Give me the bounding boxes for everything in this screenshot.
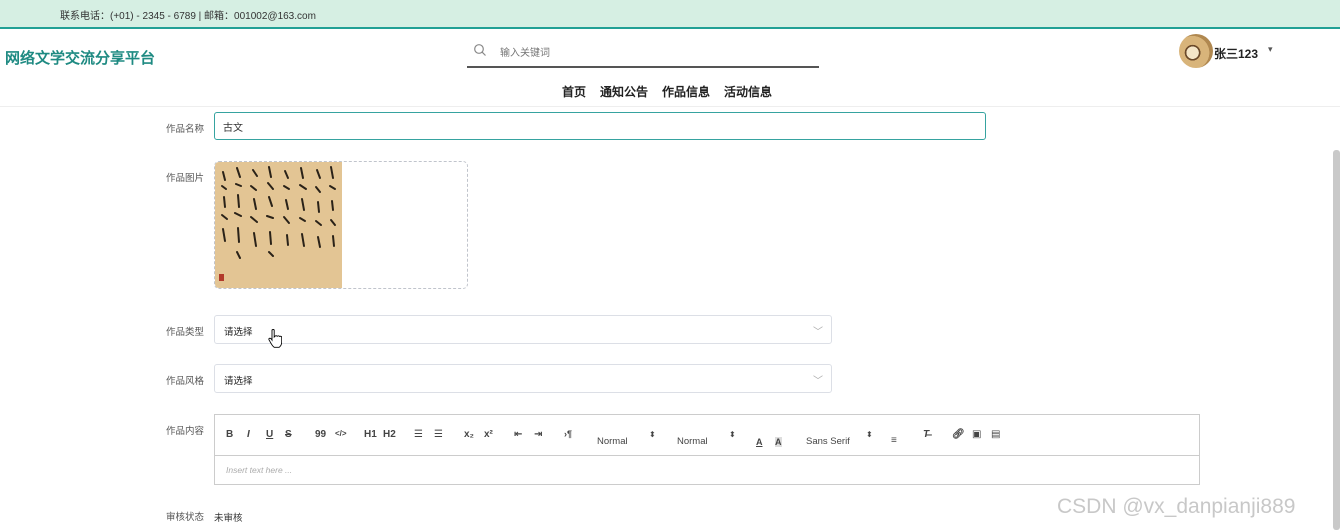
subscript-button[interactable]: x₂: [464, 429, 474, 440]
nav-activities[interactable]: 活动信息: [724, 83, 772, 100]
search-box[interactable]: [467, 41, 819, 68]
rich-text-editor[interactable]: B I U S 99 </> H1 H2 ☰ ☰ x₂ x² ⇤ ⇥ ›¶ No…: [214, 414, 1200, 485]
site-logo[interactable]: 网络文学交流分享平台: [5, 47, 155, 68]
font-color-icon[interactable]: A: [756, 437, 763, 447]
work-type-select[interactable]: 请选择 ﹀: [214, 315, 832, 344]
font-select-arrow-icon[interactable]: ⬍: [866, 430, 873, 439]
bullet-list-icon[interactable]: ☰: [434, 429, 443, 440]
calligraphy-image: [215, 162, 342, 288]
work-image-label: 作品图片: [166, 173, 205, 184]
site-header: 网络文学交流分享平台 张三123 ▾ 首页 通知公告 作品信息 活动信息: [0, 29, 1340, 107]
chevron-down-icon[interactable]: ▾: [1268, 44, 1273, 55]
work-content-label: 作品内容: [166, 426, 205, 437]
link-icon[interactable]: 🔗︎: [952, 429, 965, 440]
audit-status-value: 未审核: [214, 513, 243, 524]
video-icon[interactable]: ▤: [991, 429, 1000, 440]
h2-button[interactable]: H2: [383, 429, 396, 440]
watermark: CSDN @vx_danpianji889: [1057, 495, 1296, 518]
audit-status-label: 审核状态: [166, 512, 205, 523]
work-name-input[interactable]: [214, 112, 986, 140]
superscript-button[interactable]: x²: [484, 429, 493, 440]
editor-toolbar: B I U S 99 </> H1 H2 ☰ ☰ x₂ x² ⇤ ⇥ ›¶ No…: [215, 415, 1199, 456]
indent-icon[interactable]: ⇥: [534, 429, 542, 440]
editor-body[interactable]: Insert text here ...: [226, 465, 292, 475]
h1-button[interactable]: H1: [364, 429, 377, 440]
size-select[interactable]: Normal: [677, 436, 708, 447]
image-icon[interactable]: ▣: [972, 429, 981, 440]
work-type-label: 作品类型: [166, 327, 205, 338]
work-style-label: 作品风格: [166, 376, 205, 387]
code-block-button[interactable]: </>: [335, 429, 347, 438]
chevron-down-icon: ﹀: [813, 376, 823, 387]
nav-works[interactable]: 作品信息: [662, 83, 710, 100]
work-style-select[interactable]: 请选择 ﹀: [214, 364, 832, 393]
top-contact-bar: 联系电话：(+01) - 2345 - 6789 | 邮箱：001002@163…: [0, 0, 1340, 29]
font-select[interactable]: Sans Serif: [806, 436, 850, 447]
outdent-icon[interactable]: ⇤: [514, 429, 522, 440]
search-input[interactable]: [500, 44, 800, 62]
strike-button[interactable]: S: [285, 429, 292, 440]
search-icon[interactable]: [473, 43, 487, 57]
underline-button[interactable]: U: [266, 429, 273, 440]
image-upload[interactable]: [214, 161, 468, 289]
contact-info: 联系电话：(+01) - 2345 - 6789 | 邮箱：001002@163…: [60, 11, 316, 22]
size-select-arrow-icon[interactable]: ⬍: [729, 430, 736, 439]
work-name-label: 作品名称: [166, 124, 205, 135]
clear-format-icon[interactable]: T̶: [923, 429, 929, 440]
header-select-arrow-icon[interactable]: ⬍: [649, 430, 656, 439]
header-select[interactable]: Normal: [597, 436, 628, 447]
user-name[interactable]: 张三123: [1214, 45, 1258, 62]
background-color-icon[interactable]: A: [775, 437, 782, 447]
blockquote-button[interactable]: 99: [315, 429, 326, 440]
align-icon[interactable]: ≡: [891, 435, 897, 446]
italic-button[interactable]: I: [247, 429, 250, 440]
bold-button[interactable]: B: [226, 429, 233, 440]
work-type-value: 请选择: [224, 327, 253, 338]
user-avatar[interactable]: [1179, 34, 1213, 68]
main-nav: 首页 通知公告 作品信息 活动信息: [562, 83, 772, 100]
hand-cursor-icon: [268, 329, 282, 348]
chevron-down-icon: ﹀: [813, 327, 823, 338]
ordered-list-icon[interactable]: ☰: [414, 429, 423, 440]
nav-notices[interactable]: 通知公告: [600, 83, 648, 100]
page-scrollbar[interactable]: [1333, 150, 1340, 530]
work-style-value: 请选择: [224, 376, 253, 387]
text-direction-icon[interactable]: ›¶: [564, 429, 572, 439]
nav-home[interactable]: 首页: [562, 83, 586, 100]
